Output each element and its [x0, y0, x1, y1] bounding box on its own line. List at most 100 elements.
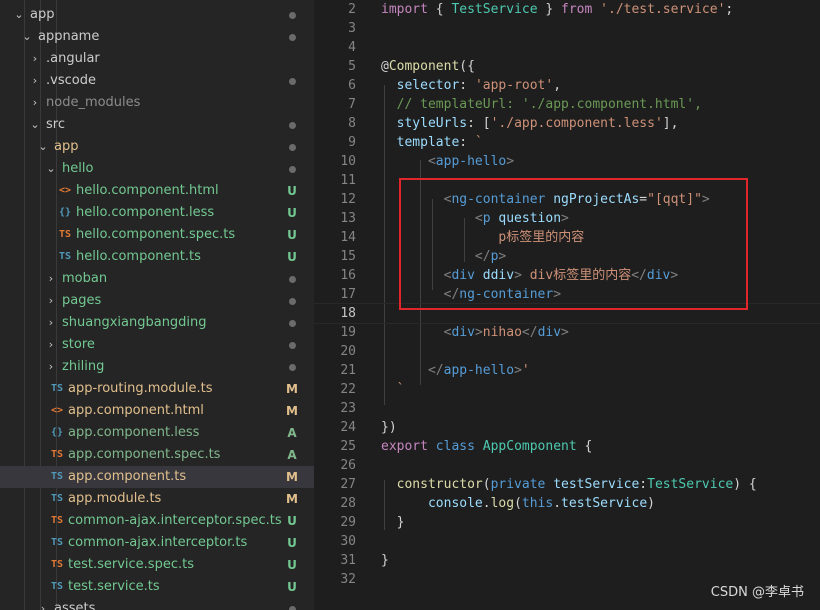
- code-text: }: [381, 513, 405, 532]
- chevron-right-icon[interactable]: ›: [46, 268, 56, 290]
- code-line[interactable]: 21 </app-hello>': [314, 361, 820, 380]
- code-token: ],: [662, 116, 679, 131]
- code-token: >: [514, 363, 522, 378]
- code-line[interactable]: 29 }: [314, 513, 820, 532]
- chevron-down-icon[interactable]: ⌄: [38, 136, 48, 158]
- chevron-right-icon[interactable]: ›: [46, 312, 56, 334]
- code-line[interactable]: 22 `: [314, 380, 820, 399]
- code-line[interactable]: 7 // templateUrl: './app.component.html'…: [314, 95, 820, 114]
- tree-file[interactable]: TS app.component.ts M: [0, 466, 314, 488]
- code-token: :: [459, 135, 475, 150]
- chevron-down-icon[interactable]: ⌄: [46, 158, 56, 180]
- tree-file[interactable]: {} hello.component.less U: [0, 202, 314, 224]
- tree-folder[interactable]: › .vscode: [0, 70, 314, 92]
- code-token: :: [639, 477, 648, 492]
- code-line[interactable]: 6 selector: 'app-root',: [314, 76, 820, 95]
- chevron-right-icon[interactable]: ›: [38, 598, 48, 610]
- tree-file[interactable]: TS common-ajax.interceptor.spec.ts U: [0, 510, 314, 532]
- tree-folder[interactable]: › moban: [0, 268, 314, 290]
- tree-file[interactable]: TS test.service.ts U: [0, 576, 314, 598]
- tree-folder[interactable]: › pages: [0, 290, 314, 312]
- tree-file[interactable]: TS common-ajax.interceptor.ts U: [0, 532, 314, 554]
- code-line[interactable]: 5 @Component({: [314, 57, 820, 76]
- tree-folder[interactable]: › assets: [0, 598, 314, 610]
- code-line[interactable]: 9 template: `: [314, 133, 820, 152]
- line-number: 20: [340, 344, 356, 359]
- code-token: >: [506, 154, 515, 169]
- tree-file[interactable]: TS hello.component.ts U: [0, 246, 314, 268]
- tree-folder[interactable]: › zhiling: [0, 356, 314, 378]
- code-line[interactable]: 31}: [314, 551, 820, 570]
- tree-file[interactable]: TS test.service.spec.ts U: [0, 554, 314, 576]
- code-token: app-hello: [443, 363, 515, 378]
- git-change-dot: [289, 34, 296, 41]
- code-line[interactable]: 8 styleUrls: ['./app.component.less'],: [314, 114, 820, 133]
- code-token: }: [381, 515, 405, 530]
- code-line[interactable]: 30: [314, 532, 820, 551]
- code-text: <app-hello>: [381, 152, 514, 171]
- code-line[interactable]: 25 export class AppComponent {: [314, 437, 820, 456]
- code-token: private: [490, 477, 546, 492]
- code-text: }): [381, 418, 397, 437]
- chevron-right-icon[interactable]: ›: [46, 356, 56, 378]
- tree-folder[interactable]: ⌄ appname: [0, 26, 314, 48]
- tree-folder[interactable]: ⌄ hello: [0, 158, 314, 180]
- tree-folder[interactable]: › store: [0, 334, 314, 356]
- tree-folder[interactable]: › node_modules: [0, 92, 314, 114]
- code-line[interactable]: 20: [314, 342, 820, 361]
- code-line[interactable]: 24}): [314, 418, 820, 437]
- tree-folder[interactable]: ⌄ app: [0, 136, 314, 158]
- git-status-badge: U: [287, 228, 297, 242]
- tree-file[interactable]: TS app.module.ts M: [0, 488, 314, 510]
- tree-folder[interactable]: ⌄ app: [0, 4, 314, 26]
- code-line[interactable]: 10 <app-hello>: [314, 152, 820, 171]
- git-status-badge: M: [286, 404, 298, 418]
- code-line[interactable]: 28 console.log(this.testService): [314, 494, 820, 513]
- tree-item-label: .angular: [46, 51, 100, 66]
- code-line[interactable]: 4: [314, 38, 820, 57]
- tree-file[interactable]: TS app.component.spec.ts A: [0, 444, 314, 466]
- code-token: this: [521, 496, 554, 511]
- code-line[interactable]: 3: [314, 19, 820, 38]
- code-line[interactable]: 2 import { TestService } from './test.ser…: [314, 0, 820, 19]
- chevron-right-icon[interactable]: ›: [46, 334, 56, 356]
- tree-file[interactable]: <> app.component.html M: [0, 400, 314, 422]
- code-token: export: [381, 439, 428, 454]
- code-line[interactable]: 27 constructor(private testService:TestS…: [314, 475, 820, 494]
- tree-folder[interactable]: ⌄ src: [0, 114, 314, 136]
- chevron-right-icon[interactable]: ›: [30, 92, 40, 114]
- code-text: <div>nihao</div>: [381, 323, 569, 342]
- line-number: 11: [340, 173, 356, 188]
- code-token: div: [451, 325, 475, 340]
- chevron-right-icon[interactable]: ›: [30, 48, 40, 70]
- code-token: ;: [725, 2, 734, 17]
- code-line[interactable]: 26: [314, 456, 820, 475]
- code-line[interactable]: 23: [314, 399, 820, 418]
- tree-file[interactable]: {} app.component.less A: [0, 422, 314, 444]
- code-editor[interactable]: 2 import { TestService } from './test.ser…: [314, 0, 820, 610]
- code-token: ,: [553, 78, 562, 93]
- chevron-down-icon[interactable]: ⌄: [30, 114, 40, 136]
- tree-item-label: hello: [62, 161, 94, 176]
- tree-file[interactable]: TS app-routing.module.ts M: [0, 378, 314, 400]
- chevron-down-icon[interactable]: ⌄: [22, 26, 32, 48]
- chevron-right-icon[interactable]: ›: [46, 290, 56, 312]
- tree-item-label: src: [46, 117, 65, 132]
- code-line[interactable]: 19 <div>nihao</div>: [314, 323, 820, 342]
- code-text: }: [381, 551, 389, 570]
- code-token: :: [459, 78, 475, 93]
- tree-file[interactable]: TS hello.component.spec.ts U: [0, 224, 314, 246]
- chevron-right-icon[interactable]: ›: [30, 70, 40, 92]
- git-change-dot: [289, 276, 296, 283]
- tree-folder[interactable]: › .angular: [0, 48, 314, 70]
- git-change-dot: [289, 606, 296, 610]
- tree-folder[interactable]: › shuangxiangbangding: [0, 312, 314, 334]
- line-number: 6: [348, 78, 356, 93]
- tree-file[interactable]: <> hello.component.html U: [0, 180, 314, 202]
- chevron-down-icon[interactable]: ⌄: [14, 4, 24, 26]
- tree-item-label: hello.component.less: [76, 205, 215, 220]
- code-token: }: [381, 553, 389, 568]
